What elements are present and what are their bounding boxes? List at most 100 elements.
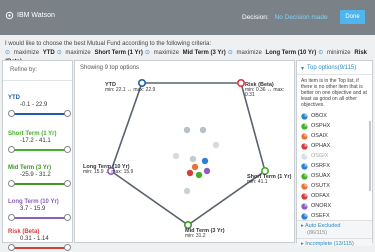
fund-item[interactable]: OBOX xyxy=(297,111,372,121)
slider-min-handle[interactable] xyxy=(8,146,15,153)
option-glyph[interactable] xyxy=(191,163,199,171)
fund-item[interactable]: ODFAX xyxy=(297,191,372,201)
fund-item[interactable]: OSPHX xyxy=(297,121,372,131)
watson-logo-icon xyxy=(5,11,14,20)
slider-max-handle[interactable] xyxy=(64,110,71,117)
slider-max-handle[interactable] xyxy=(64,146,71,153)
criterion-label: Mid Term (3 Yr) xyxy=(8,165,52,171)
fund-glyph-icon xyxy=(301,193,308,200)
fund-list: OBOX OSPHX OSAIX OPHAX OSGIX OSRFX OSUAX OSUTX O… xyxy=(297,111,372,221)
radar-axis-label: Risk (Beta) min: 0.36 ↔ max: 0.31 xyxy=(245,82,294,98)
radar-axis-anchor[interactable] xyxy=(237,78,246,87)
option-glyph[interactable] xyxy=(183,126,191,134)
range-slider[interactable] xyxy=(8,180,71,188)
fund-item[interactable]: OSRFX xyxy=(297,161,372,171)
fund-name: ONORX xyxy=(311,203,332,209)
auto-excluded-label: Auto Excluded xyxy=(305,223,341,229)
top-options-header[interactable]: ▾ Top options(9/115) xyxy=(297,61,372,75)
fund-glyph-icon xyxy=(301,163,308,170)
fund-glyph-icon xyxy=(301,173,308,180)
criterion-range: 3.7 - 15.9 xyxy=(20,206,46,212)
option-glyph[interactable] xyxy=(195,171,203,179)
slider-fill xyxy=(10,183,68,185)
fund-name: OSEFX xyxy=(311,213,330,219)
range-slider[interactable] xyxy=(8,214,71,222)
criterion-label: YTD xyxy=(8,95,20,101)
criterion-filter: Short Term (1 Yr) -17.2 - 41.1 xyxy=(8,131,71,154)
fund-name: OSPHX xyxy=(311,123,331,129)
option-glyph[interactable] xyxy=(212,141,220,149)
options-panel: ▾ Top options(9/115) An item is in the T… xyxy=(296,60,373,247)
fund-glyph-icon xyxy=(301,183,308,190)
fund-list-scrollbar[interactable] xyxy=(369,121,371,191)
axis-range: min: 22.1 ↔ max: 22.9 xyxy=(105,87,156,93)
criterion-range: -25.9 - 31.2 xyxy=(20,172,51,178)
fund-glyph-icon xyxy=(301,153,308,160)
incomplete-toggle[interactable]: ▸ Incomplete (13/115) xyxy=(297,238,372,247)
objective-verb: maximize xyxy=(13,50,40,56)
slider-min-handle[interactable] xyxy=(8,110,15,117)
radar-axis-label: Mid Term (3 Yr) min: 31.2 xyxy=(185,228,225,239)
objective-verb: maximize xyxy=(65,50,91,56)
objective-icon: ⊙ xyxy=(56,50,64,56)
option-glyph[interactable] xyxy=(186,169,194,177)
top-options-hint: An item is in the Top list, if there is … xyxy=(301,78,367,108)
radar-axis-label: Short Term (1 Yr) min: 41.1 xyxy=(247,174,291,185)
brand: IBM Watson xyxy=(5,11,55,20)
done-button[interactable]: Done xyxy=(340,10,365,24)
objective-target: YTD xyxy=(42,50,55,56)
criterion-filter: YTD -0.1 - 22.9 xyxy=(8,95,71,118)
option-glyph[interactable] xyxy=(203,167,211,175)
axis-range: min: 41.1 xyxy=(247,179,268,185)
fund-item[interactable]: OSUAX xyxy=(297,171,372,181)
decision-status: Decision: No Decision made xyxy=(242,14,328,21)
incomplete-label: Incomplete (13/115) xyxy=(305,241,354,247)
option-glyph[interactable] xyxy=(201,157,209,165)
auto-excluded-count: (86/115) xyxy=(307,230,328,236)
option-glyph[interactable] xyxy=(199,126,207,134)
fund-glyph-icon xyxy=(301,143,308,150)
objective-verb: minimize xyxy=(326,50,351,56)
slider-min-handle[interactable] xyxy=(8,180,15,187)
range-slider[interactable] xyxy=(8,244,71,252)
slider-min-handle[interactable] xyxy=(8,244,15,251)
slider-fill xyxy=(10,247,68,249)
criterion-filter: Mid Term (3 Yr) -25.9 - 31.2 xyxy=(8,165,71,188)
slider-min-handle[interactable] xyxy=(8,214,15,221)
slider-max-handle[interactable] xyxy=(64,180,71,187)
criterion-range: 0.31 - 1.14 xyxy=(20,236,49,242)
radar-axis-label: Long Term (10 Yr) min: 15.9 ↔ max: 15.9 xyxy=(83,164,134,175)
axis-range: min: 15.9 ↔ max: 15.9 xyxy=(83,169,134,175)
option-glyph[interactable] xyxy=(183,187,191,195)
radar-outline xyxy=(110,82,266,226)
objective-target: Short Term (1 Yr) xyxy=(94,50,143,56)
objective-verb: maximize xyxy=(153,50,179,56)
radar-panel: Showing 9 top options YTD min: 22.1 ↔ max… xyxy=(74,60,295,243)
brand-name: IBM Watson xyxy=(17,12,55,19)
criterion-objective: ⊙ maximize Mid Term (3 Yr) xyxy=(145,50,226,56)
criterion-objective: ⊙ maximize Long Term (10 Yr) xyxy=(228,50,317,56)
fund-name: OSUAX xyxy=(311,173,331,179)
fund-name: OSAIX xyxy=(311,133,328,139)
fund-item[interactable]: OSAIX xyxy=(297,131,372,141)
slider-fill xyxy=(10,113,68,115)
criterion-label: Long Term (10 Yr) xyxy=(8,199,59,205)
slider-max-handle[interactable] xyxy=(64,214,71,221)
objective-icon: ⊙ xyxy=(318,50,325,56)
slider-max-handle[interactable] xyxy=(64,244,71,251)
refine-panel: Refine by: YTD -0.1 - 22.9 Short Term (1 Y… xyxy=(2,60,73,251)
fund-item[interactable]: ONORX xyxy=(297,201,372,211)
auto-excluded-toggle[interactable]: ▸ Auto Excluded (86/115) xyxy=(297,220,372,238)
range-slider[interactable] xyxy=(8,110,71,118)
fund-item[interactable]: OSUTX xyxy=(297,181,372,191)
fund-item[interactable]: OSGIX xyxy=(297,151,372,161)
criterion-label: Short Term (1 Yr) xyxy=(8,131,57,137)
option-glyph[interactable] xyxy=(189,155,197,163)
option-glyph[interactable] xyxy=(172,152,180,160)
objective-icon: ⊙ xyxy=(5,50,12,56)
fund-item[interactable]: OPHAX xyxy=(297,141,372,151)
fund-glyph-icon xyxy=(301,203,308,210)
range-slider[interactable] xyxy=(8,146,71,154)
criterion-range: -0.1 - 22.9 xyxy=(20,102,48,108)
fund-name: OBOX xyxy=(311,113,327,119)
